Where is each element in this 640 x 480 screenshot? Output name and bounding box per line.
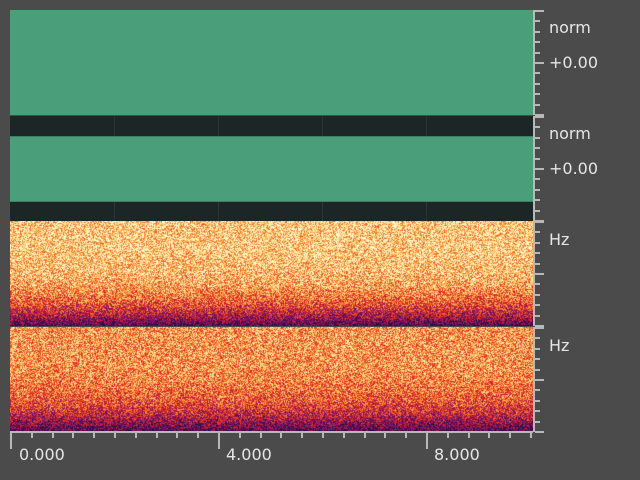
- time-tick: [488, 433, 490, 438]
- time-tick: [447, 433, 449, 438]
- time-tick: [93, 433, 95, 438]
- time-tick: [343, 433, 345, 438]
- vertical-ruler-1: [533, 10, 545, 115]
- time-label: 4.000: [226, 445, 272, 464]
- time-tick: [218, 433, 220, 449]
- time-tick: [364, 433, 366, 438]
- time-tick: [239, 433, 241, 438]
- time-tick: [426, 433, 428, 449]
- waveform-panel-2[interactable]: [10, 116, 533, 221]
- time-tick: [114, 433, 116, 438]
- time-tick: [280, 433, 282, 438]
- unit-label: norm: [549, 18, 591, 37]
- time-tick: [509, 433, 511, 438]
- spectrogram-panel-1[interactable]: [10, 221, 533, 326]
- unit-label: Hz: [549, 336, 569, 355]
- time-tick: [260, 433, 262, 438]
- vertical-ruler-3: [533, 221, 545, 326]
- time-tick: [31, 433, 33, 438]
- time-tick: [301, 433, 303, 438]
- vertical-ruler-2: [533, 116, 545, 221]
- time-tick: [156, 433, 158, 438]
- time-tick: [135, 433, 137, 438]
- time-tick: [197, 433, 199, 438]
- time-tick: [322, 433, 324, 438]
- waveform-panel-1[interactable]: [10, 10, 533, 115]
- time-label: 0.000: [19, 445, 65, 464]
- time-tick: [176, 433, 178, 438]
- spectrogram-panel-2[interactable]: [10, 327, 533, 432]
- time-tick: [384, 433, 386, 438]
- time-label: 8.000: [434, 445, 480, 464]
- time-tick: [52, 433, 54, 438]
- unit-label: Hz: [549, 230, 569, 249]
- time-ruler: [10, 431, 533, 433]
- vertical-ruler-4: [533, 327, 545, 432]
- time-tick: [10, 433, 12, 449]
- time-tick: [468, 433, 470, 438]
- time-tick: [405, 433, 407, 438]
- unit-label: norm: [549, 124, 591, 143]
- time-tick: [72, 433, 74, 438]
- waveform-band: [10, 136, 533, 202]
- value-label: +0.00: [549, 53, 598, 72]
- time-tick: [530, 433, 532, 438]
- value-label: +0.00: [549, 159, 598, 178]
